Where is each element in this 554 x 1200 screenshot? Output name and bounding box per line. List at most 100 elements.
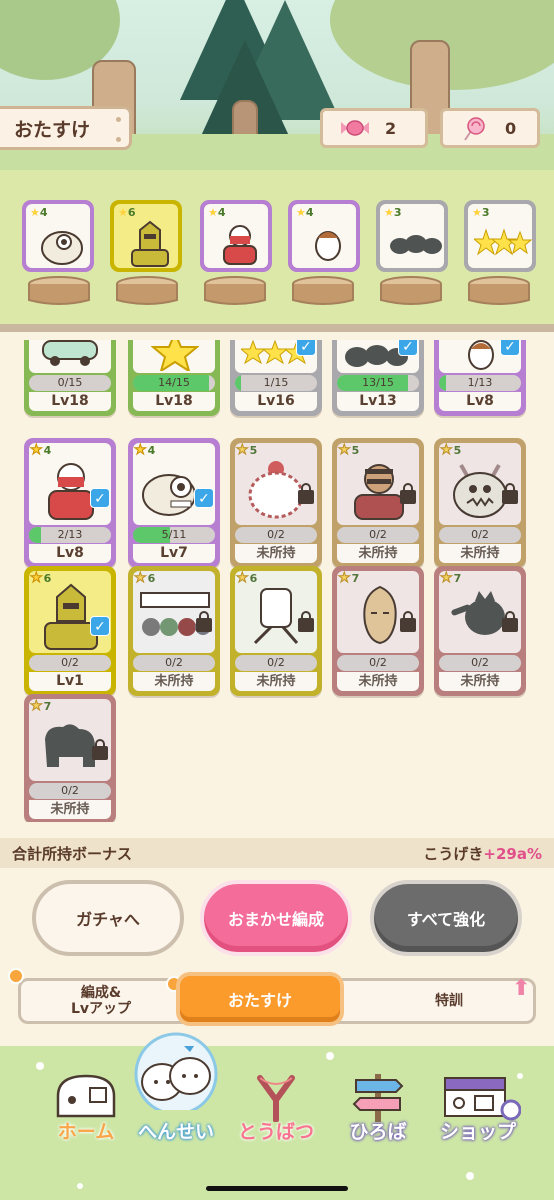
characters-icon [134,1032,218,1110]
character-card[interactable]: ✓ 1/13 Lv8 [434,340,526,416]
character-card[interactable]: ★ 7 0/2 未所持 [24,694,116,822]
card-level: Lv16 [235,392,317,411]
team-slot[interactable]: ★4 [288,200,360,272]
card-level: 未所持 [337,672,419,691]
team-slot[interactable]: ★4 [200,200,272,272]
character-grid[interactable]: 0/15 Lv18 14/15 Lv18 ✓ 1/15 Lv16 ✓ 13/15… [0,340,554,822]
lock-icon [400,611,416,632]
rarity-star-badge: ★6 [30,570,52,587]
tree-stump [380,276,442,305]
card-level: Lv13 [337,392,419,411]
nav-label: ホーム [57,1121,115,1143]
character-card[interactable]: ★ 7 0/2 未所持 [332,566,424,696]
card-progress-bar: 0/2 [235,527,317,543]
nav-plaza[interactable]: ひろば [328,1064,428,1144]
team-slot[interactable]: ★3 [464,200,536,272]
selected-check-icon: ✓ [90,616,110,636]
character-card[interactable]: ★ 4 ✓ 2/13 Lv8 [24,438,116,568]
tab-helper[interactable]: おたすけ [176,972,344,1026]
rarity-star-badge: ★3 [472,206,490,219]
rarity-star-badge: ★6 [118,206,136,219]
rarity-star-badge: ★ 7 [338,570,360,587]
card-progress-bar: 0/2 [133,655,215,671]
card-progress-bar: 0/2 [337,527,419,543]
card-progress-bar: 14/15 [133,375,215,391]
rarity-star-badge: ★4 [30,442,52,459]
team-slot[interactable]: ★6 [110,200,182,272]
character-card[interactable]: ✓ 13/15 Lv13 [332,340,424,416]
nav-shop[interactable]: ショップ [428,1064,528,1144]
card-progress-bar: 0/2 [337,655,419,671]
nav-home[interactable]: ホーム [36,1064,136,1144]
rarity-star-badge: ★ 7 [440,570,462,587]
tree-stump [204,276,266,305]
card-level: Lv8 [439,392,521,411]
character-card[interactable]: ★ 6 0/2 未所持 [230,566,322,696]
rarity-star-badge: ★4 [296,206,314,219]
lock-icon [502,483,518,504]
lock-icon [298,611,314,632]
lock-icon [502,611,518,632]
team-slot[interactable]: ★4 [22,200,94,272]
lollipop-count: 0 [505,118,517,138]
character-card[interactable]: ★ 5 0/2 未所持 [230,438,322,568]
rarity-star-badge: ★6 [134,570,156,587]
nav-subjugation[interactable]: とうばつ [226,1064,326,1144]
character-card[interactable]: ★ 5 0/2 未所持 [434,438,526,568]
notification-dot [8,968,24,984]
lock-icon [92,739,108,760]
card-progress-bar: 13/15 [337,375,419,391]
character-card[interactable]: ★ 7 0/2 未所持 [434,566,526,696]
tree-stump [292,276,354,305]
selected-check-icon: ✓ [500,340,520,356]
team-slot[interactable]: ★3 [376,200,448,272]
card-progress-bar: 0/2 [235,655,317,671]
bonus-label: 合計所持ボーナス [12,844,133,863]
shop-icon [444,1077,521,1121]
character-card[interactable]: ★ 6 0/2 未所持 [128,566,220,696]
lock-icon [196,611,212,632]
character-portrait [29,340,111,373]
card-level: 未所持 [29,800,111,819]
rarity-star-badge: ★ 5 [440,442,462,459]
selected-check-icon: ✓ [90,488,110,508]
rarity-star-badge: ★6 [236,570,258,587]
card-level: 未所持 [133,672,215,691]
character-card[interactable]: ✓ 1/15 Lv16 [230,340,322,416]
character-portrait [133,340,215,373]
card-level: Lv18 [29,392,111,411]
lock-icon [400,483,416,504]
nav-formation[interactable]: へんせい [126,1030,226,1144]
nav-label: へんせい [137,1121,214,1143]
selected-check-icon: ✓ [398,340,418,356]
upgrade-all-button[interactable]: すべて強化 [370,880,522,956]
character-card[interactable]: 14/15 Lv18 [128,340,220,416]
card-level: Lv8 [29,544,111,563]
card-progress-bar: 5/11 [133,527,215,543]
signpost-icon [352,1074,404,1122]
arrow-up-icon: ⬆ [512,976,531,1001]
character-card[interactable]: ★ 6 ✓ 0/2 Lv1 [24,566,116,696]
selected-check-icon: ✓ [296,340,316,356]
rarity-star-badge: ★ 5 [236,442,258,459]
character-card[interactable]: ★ 5 0/2 未所持 [332,438,424,568]
nav-label: とうばつ [237,1121,314,1143]
gacha-button[interactable]: ガチャへ [32,880,184,956]
tree-stump [468,276,530,305]
candy-counter: 2 [320,108,428,148]
collection-bonus-bar: 合計所持ボーナス こうげき+29a% [0,838,554,868]
rarity-star-badge: ★4 [208,206,226,219]
card-progress-bar: 0/2 [439,527,521,543]
character-card[interactable]: 0/15 Lv18 [24,340,116,416]
card-progress-bar: 1/15 [235,375,317,391]
team-formation: ★4 ★6 ★4 ★4 ★3 ★3 [0,170,554,332]
card-level: 未所持 [439,672,521,691]
auto-formation-button[interactable]: おまかせ編成 [200,880,352,956]
tab-formation-levelup[interactable]: 編成& Lvアップ [21,981,181,1021]
lock-icon [298,483,314,504]
card-progress-bar: 0/15 [29,375,111,391]
rarity-star-badge: ★ 5 [338,442,360,459]
character-card[interactable]: ★ 4 ✓ 5/11 Lv7 [128,438,220,568]
nav-label: ひろば [349,1121,407,1143]
slingshot-icon [257,1075,295,1122]
